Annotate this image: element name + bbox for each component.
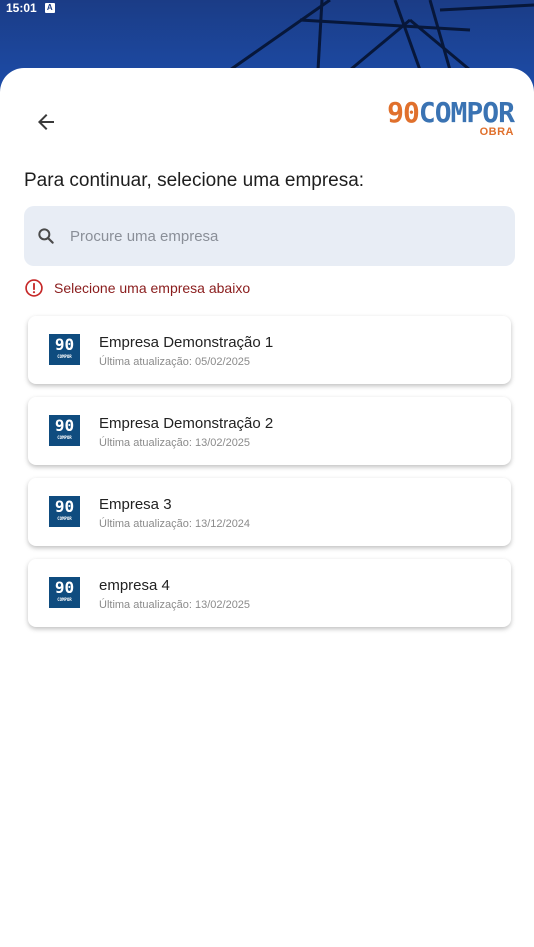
error-info-icon — [25, 279, 43, 297]
company-logo: 90 COMPOR — [49, 334, 80, 365]
company-name: Empresa 3 — [99, 496, 172, 513]
page-title: Para continuar, selecione uma empresa: — [24, 170, 365, 191]
company-logo-number: 90 — [54, 497, 75, 516]
company-card[interactable]: 90 COMPOR Empresa Demonstração 1 Última … — [28, 316, 511, 384]
bottom-sheet: 90COMPOR OBRA Para continuar, selecione … — [0, 68, 534, 947]
company-card[interactable]: 90 COMPOR Empresa Demonstração 2 Última … — [28, 397, 511, 465]
company-updated: Última atualização: 05/02/2025 — [99, 356, 251, 368]
company-name: Empresa Demonstração 1 — [99, 334, 274, 351]
search-input[interactable] — [68, 226, 492, 246]
logo-word: COMPOR — [418, 96, 515, 129]
company-logo: 90 COMPOR — [49, 577, 80, 608]
brand-logo: 90COMPOR OBRA — [387, 96, 515, 139]
company-card[interactable]: 90 COMPOR Empresa 3 Última atualização: … — [28, 478, 511, 546]
search-box[interactable] — [24, 206, 515, 266]
validation-message: Selecione uma empresa abaixo — [24, 278, 250, 298]
company-updated: Última atualização: 13/02/2025 — [99, 599, 251, 611]
logo-number: 90 — [387, 96, 420, 129]
company-logo-word: COMPOR — [57, 597, 72, 602]
company-logo-number: 90 — [54, 335, 75, 354]
notification-icon: A — [44, 3, 55, 13]
validation-text: Selecione uma empresa abaixo — [54, 280, 251, 296]
company-card[interactable]: 90 COMPOR empresa 4 Última atualização: … — [28, 559, 511, 627]
company-logo: 90 COMPOR — [49, 496, 80, 527]
status-bar: 15:01 A — [0, 0, 534, 16]
company-name: empresa 4 — [99, 577, 170, 594]
company-logo-word: COMPOR — [57, 516, 72, 521]
company-logo-word: COMPOR — [57, 435, 72, 440]
company-logo-word: COMPOR — [57, 354, 72, 359]
back-button[interactable] — [26, 108, 66, 136]
company-name: Empresa Demonstração 2 — [99, 415, 274, 432]
search-icon — [38, 228, 54, 244]
company-logo-number: 90 — [54, 578, 75, 597]
status-time: 15:01 — [6, 1, 37, 15]
company-updated: Última atualização: 13/12/2024 — [99, 518, 251, 530]
company-updated: Última atualização: 13/02/2025 — [99, 437, 251, 449]
company-logo-number: 90 — [54, 416, 75, 435]
company-logo: 90 COMPOR — [49, 415, 80, 446]
arrow-left-icon — [38, 114, 54, 130]
